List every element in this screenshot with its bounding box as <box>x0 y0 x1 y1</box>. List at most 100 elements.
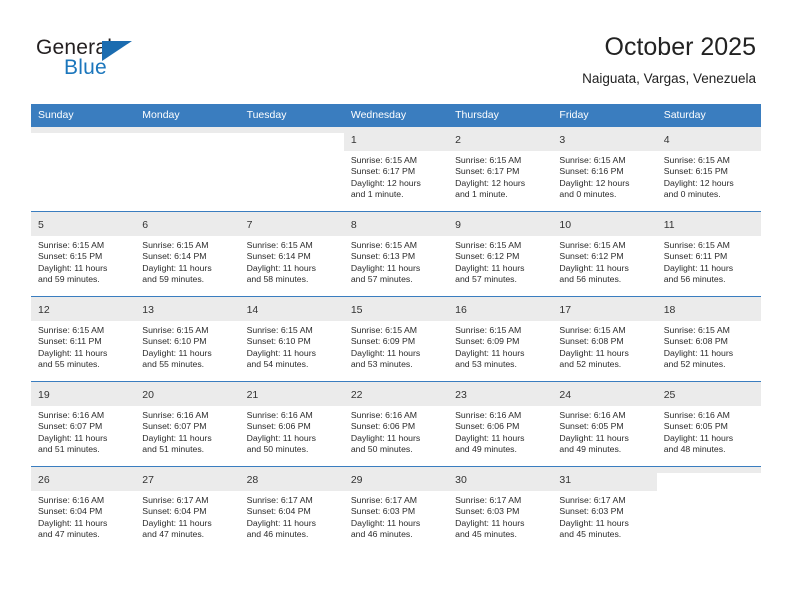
calendar-page: General Blue October 2025 Naiguata, Varg… <box>0 0 792 612</box>
sunrise-text: Sunrise: 6:15 AM <box>559 240 626 250</box>
daylight-text-line2: and 45 minutes. <box>455 528 517 539</box>
daylight-text-line2: and 53 minutes. <box>350 358 413 369</box>
day-number: 20 <box>142 389 154 401</box>
calendar-cell[interactable]: 27 Sunrise: 6:17 AM Sunset: 6:04 PM Dayligh… <box>135 466 240 551</box>
calendar-cell[interactable]: 15 Sunrise: 6:15 AM Sunset: 6:09 PM Dayligh… <box>343 296 449 382</box>
sunrise-text: Sunrise: 6:17 AM <box>559 495 626 505</box>
sunset-text: Sunset: 6:04 PM <box>246 506 311 517</box>
sunset-text: Sunset: 6:07 PM <box>38 421 103 432</box>
calendar-cell[interactable]: 20 Sunrise: 6:16 AM Sunset: 6:07 PM Dayligh… <box>135 381 240 467</box>
daylight-text-line2: and 57 minutes. <box>455 273 517 284</box>
day-number: 1 <box>350 134 357 146</box>
daylight-text-line2: and 49 minutes. <box>455 443 517 454</box>
logo-text-blue: Blue <box>64 56 107 79</box>
daylight-text-line2: and 0 minutes. <box>663 188 721 199</box>
daylight-text-line2: and 1 minute. <box>455 188 508 199</box>
daylight-text-line1: Daylight: 11 hours <box>455 347 525 358</box>
daylight-text-line2: and 52 minutes. <box>559 358 622 369</box>
day-number: 17 <box>559 304 572 316</box>
sunrise-text: Sunrise: 6:15 AM <box>455 240 522 250</box>
daylight-text-line2: and 46 minutes. <box>350 528 413 539</box>
weekday-header-friday: Friday <box>552 104 657 127</box>
sunset-text: Sunset: 6:03 PM <box>455 506 520 517</box>
daylight-text-line1: Daylight: 11 hours <box>142 262 212 273</box>
calendar-cell[interactable]: 7 Sunrise: 6:15 AM Sunset: 6:14 PM Daylight… <box>239 211 344 297</box>
day-number: 11 <box>663 219 675 231</box>
calendar-cell[interactable]: 4 Sunrise: 6:15 AM Sunset: 6:15 PM Daylight… <box>656 126 761 212</box>
sunset-text: Sunset: 6:07 PM <box>142 421 207 432</box>
calendar-cell[interactable]: 1 Sunrise: 6:15 AM Sunset: 6:17 PM Daylight… <box>343 126 449 212</box>
sunrise-text: Sunrise: 6:16 AM <box>142 410 209 420</box>
daylight-text-line1: Daylight: 11 hours <box>455 432 525 443</box>
calendar-cell[interactable] <box>31 126 136 212</box>
calendar-cell[interactable]: 16 Sunrise: 6:15 AM Sunset: 6:09 PM Dayligh… <box>448 296 553 382</box>
calendar-cell[interactable]: 9 Sunrise: 6:15 AM Sunset: 6:12 PM Daylight… <box>448 211 553 297</box>
sunrise-text: Sunrise: 6:16 AM <box>663 410 730 420</box>
calendar-cell[interactable]: 14 Sunrise: 6:15 AM Sunset: 6:10 PM Dayligh… <box>239 296 344 382</box>
weekday-header-tuesday: Tuesday <box>239 104 344 127</box>
sunset-text: Sunset: 6:04 PM <box>38 506 103 517</box>
daylight-text-line2: and 55 minutes. <box>38 358 100 369</box>
calendar-cell[interactable]: 29 Sunrise: 6:17 AM Sunset: 6:03 PM Dayligh… <box>343 466 449 551</box>
calendar-cell[interactable]: 18 Sunrise: 6:15 AM Sunset: 6:08 PM Dayligh… <box>656 296 761 382</box>
calendar-cell[interactable]: 30 Sunrise: 6:17 AM Sunset: 6:03 PM Dayligh… <box>448 466 553 551</box>
calendar-cell[interactable] <box>135 126 240 212</box>
day-number: 27 <box>142 474 154 486</box>
sunset-text: Sunset: 6:04 PM <box>142 506 207 517</box>
calendar-cell[interactable]: 26 Sunrise: 6:16 AM Sunset: 6:04 PM Dayligh… <box>31 466 136 551</box>
day-number: 23 <box>455 389 467 401</box>
sunrise-text: Sunrise: 6:16 AM <box>246 410 313 420</box>
day-number: 15 <box>350 304 363 316</box>
daylight-text-line2: and 46 minutes. <box>246 528 309 539</box>
calendar-cell[interactable]: 21 Sunrise: 6:16 AM Sunset: 6:06 PM Dayligh… <box>239 381 344 467</box>
sunset-text: Sunset: 6:09 PM <box>350 336 416 347</box>
day-number: 31 <box>559 474 572 486</box>
calendar-cell[interactable]: 2 Sunrise: 6:15 AM Sunset: 6:17 PM Daylight… <box>448 126 553 212</box>
day-number: 30 <box>455 474 467 486</box>
calendar-cell[interactable]: 31 Sunrise: 6:17 AM Sunset: 6:03 PM Dayligh… <box>552 466 657 551</box>
sunrise-text: Sunrise: 6:16 AM <box>455 410 522 420</box>
calendar-cell[interactable]: 11 Sunrise: 6:15 AM Sunset: 6:11 PM Dayligh… <box>656 211 761 297</box>
calendar-cell[interactable]: 10 Sunrise: 6:15 AM Sunset: 6:12 PM Dayligh… <box>552 211 657 297</box>
calendar-cell[interactable]: 8 Sunrise: 6:15 AM Sunset: 6:13 PM Daylight… <box>343 211 449 297</box>
calendar-cell[interactable] <box>239 126 344 212</box>
calendar-cell[interactable]: 5 Sunrise: 6:15 AM Sunset: 6:15 PM Daylight… <box>31 211 136 297</box>
sunset-text: Sunset: 6:10 PM <box>246 336 311 347</box>
sunset-text: Sunset: 6:17 PM <box>455 166 520 177</box>
sunrise-text: Sunrise: 6:15 AM <box>246 325 313 335</box>
calendar-cell[interactable] <box>656 466 761 551</box>
weekday-header-wednesday: Wednesday <box>343 104 449 127</box>
calendar-cell[interactable]: 17 Sunrise: 6:15 AM Sunset: 6:08 PM Dayligh… <box>552 296 657 382</box>
brand-logo[interactable]: General Blue <box>36 36 166 84</box>
day-number: 16 <box>455 304 467 316</box>
daylight-text-line2: and 57 minutes. <box>350 273 413 284</box>
daylight-text-line2: and 59 minutes. <box>142 273 205 284</box>
daylight-text-line2: and 0 minutes. <box>559 188 617 199</box>
calendar-body: 1 Sunrise: 6:15 AM Sunset: 6:17 PM Daylight… <box>31 126 761 551</box>
sunset-text: Sunset: 6:14 PM <box>246 251 311 262</box>
daylight-text-line2: and 55 minutes. <box>142 358 205 369</box>
calendar-grid: Sunday Monday Tuesday Wednesday Thursday… <box>31 104 761 551</box>
sunset-text: Sunset: 6:10 PM <box>142 336 207 347</box>
calendar-cell[interactable]: 3 Sunrise: 6:15 AM Sunset: 6:16 PM Daylight… <box>552 126 657 212</box>
day-number: 29 <box>350 474 363 486</box>
calendar-cell[interactable]: 25 Sunrise: 6:16 AM Sunset: 6:05 PM Dayligh… <box>656 381 761 467</box>
daylight-text-line2: and 45 minutes. <box>559 528 622 539</box>
sunrise-text: Sunrise: 6:16 AM <box>38 410 105 420</box>
page-subtitle: Naiguata, Vargas, Venezuela <box>582 71 756 86</box>
daylight-text-line1: Daylight: 12 hours <box>559 177 630 188</box>
calendar-cell[interactable]: 19 Sunrise: 6:16 AM Sunset: 6:07 PM Dayligh… <box>31 381 136 467</box>
page-header: General Blue October 2025 Naiguata, Varg… <box>0 0 792 104</box>
calendar-cell[interactable]: 28 Sunrise: 6:17 AM Sunset: 6:04 PM Dayligh… <box>239 466 344 551</box>
daylight-text-line1: Daylight: 11 hours <box>350 432 421 443</box>
calendar-cell[interactable]: 23 Sunrise: 6:16 AM Sunset: 6:06 PM Dayligh… <box>448 381 553 467</box>
calendar-cell[interactable]: 12 Sunrise: 6:15 AM Sunset: 6:11 PM Dayligh… <box>31 296 136 382</box>
calendar-cell[interactable]: 13 Sunrise: 6:15 AM Sunset: 6:10 PM Dayligh… <box>135 296 240 382</box>
daylight-text-line1: Daylight: 11 hours <box>350 347 421 358</box>
calendar-cell[interactable]: 22 Sunrise: 6:16 AM Sunset: 6:06 PM Dayligh… <box>343 381 449 467</box>
calendar-cell[interactable]: 24 Sunrise: 6:16 AM Sunset: 6:05 PM Dayligh… <box>552 381 657 467</box>
sunrise-text: Sunrise: 6:16 AM <box>559 410 626 420</box>
calendar-cell[interactable]: 6 Sunrise: 6:15 AM Sunset: 6:14 PM Daylight… <box>135 211 240 297</box>
daylight-text-line1: Daylight: 11 hours <box>455 517 525 528</box>
daylight-text-line1: Daylight: 11 hours <box>350 517 421 528</box>
